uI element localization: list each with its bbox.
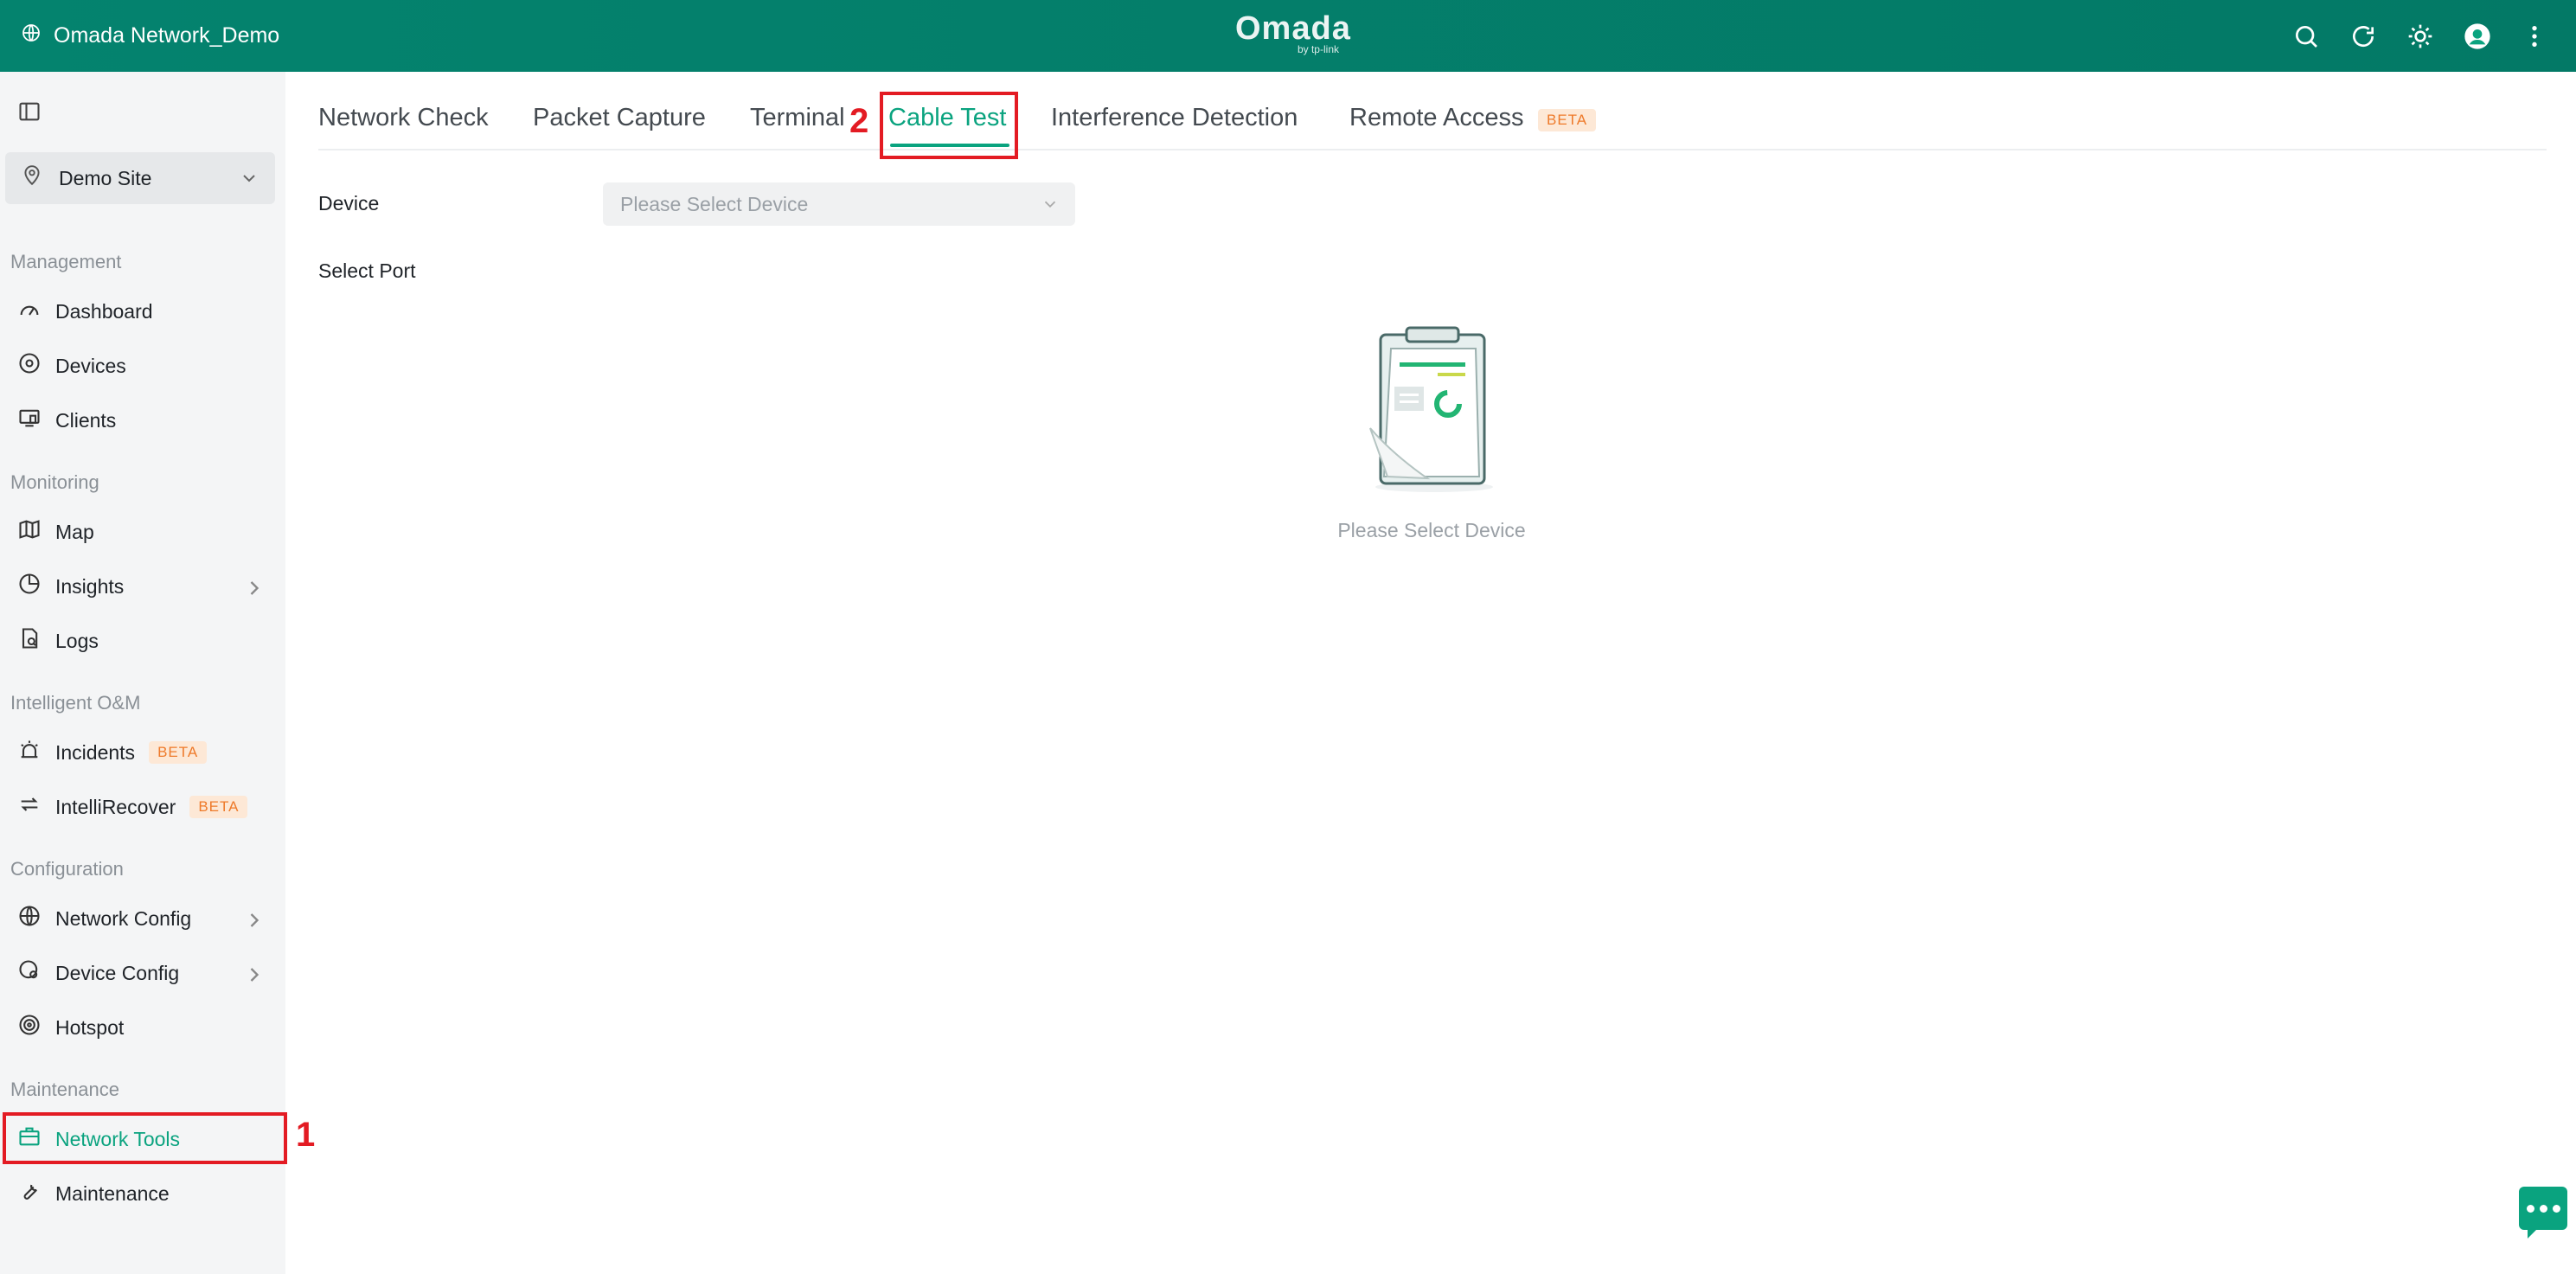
device-select-placeholder: Please Select Device [620, 192, 809, 215]
device-gear-icon [17, 958, 42, 988]
site-title[interactable]: Omada Network_Demo [21, 0, 279, 72]
sidebar-item-incidents[interactable]: Incidents BETA [5, 728, 280, 777]
sidebar-item-clients[interactable]: Clients [5, 396, 280, 445]
sidebar-item-dashboard[interactable]: Dashboard [5, 287, 280, 336]
tab-terminal[interactable]: Terminal [750, 104, 845, 132]
sidebar-item-network-config[interactable]: Network Config [5, 894, 280, 943]
clients-icon [17, 406, 42, 435]
brand-name: Omada [1235, 10, 1351, 47]
sidebar-item-label: Insights [55, 574, 125, 598]
sidebar-toggle-icon[interactable] [17, 99, 42, 124]
chevron-down-icon [1041, 195, 1060, 219]
top-header: Omada Network_Demo Omada by tp-link [0, 0, 2576, 72]
section-management: Management [10, 251, 122, 272]
tab-interference-detection[interactable]: Interference Detection [1051, 104, 1298, 132]
sidebar-item-logs[interactable]: Logs [5, 617, 280, 665]
beta-badge: BETA [149, 741, 208, 764]
sidebar-item-maintenance[interactable]: Maintenance [5, 1169, 280, 1218]
site-selector-label: Demo Site [59, 166, 152, 189]
more-icon[interactable] [2519, 21, 2550, 52]
avatar[interactable] [2462, 21, 2493, 52]
chat-dot [2539, 1204, 2547, 1213]
sidebar-item-label: Devices [55, 354, 126, 377]
sidebar-item-label: Hotspot [55, 1015, 125, 1039]
sidebar-item-insights[interactable]: Insights [5, 562, 280, 611]
section-maintenance: Maintenance [10, 1079, 119, 1100]
sidebar-item-label: Dashboard [55, 299, 153, 323]
alarm-icon [17, 738, 42, 767]
wrench-icon [17, 1179, 42, 1208]
chat-support-button[interactable] [2519, 1187, 2567, 1239]
select-port-label: Select Port [318, 259, 416, 282]
chevron-down-icon [239, 168, 260, 194]
sidebar-item-label: Network Config [55, 906, 192, 930]
brand-sub: by tp-link [1297, 43, 1339, 55]
sidebar-item-devices[interactable]: Devices [5, 342, 280, 390]
sidebar-item-label: Device Config [55, 961, 180, 984]
sidebar: Demo Site Management Dashboard Devices C… [0, 72, 285, 1274]
sidebar-item-map[interactable]: Map [5, 508, 280, 556]
omada-logo: Omada by tp-link [1235, 10, 1351, 62]
device-select[interactable]: Please Select Device [603, 182, 1075, 226]
refresh-icon[interactable] [2348, 21, 2379, 52]
location-pin-icon [21, 164, 43, 192]
header-actions [2291, 0, 2550, 72]
recover-icon [17, 792, 42, 822]
search-icon[interactable] [2291, 21, 2322, 52]
section-configuration: Configuration [10, 858, 124, 880]
beta-badge: BETA [189, 796, 248, 818]
sidebar-item-label: IntelliRecover [55, 795, 176, 818]
site-selector[interactable]: Demo Site [5, 152, 275, 204]
highlight-cable-test [880, 92, 1018, 159]
sidebar-item-label: Incidents [55, 740, 136, 764]
theme-icon[interactable] [2405, 21, 2436, 52]
tab-packet-capture[interactable]: Packet Capture [533, 104, 706, 132]
chevron-right-icon [242, 576, 261, 595]
tab-network-check[interactable]: Network Check [318, 104, 489, 132]
tab-bar: Network Check Packet Capture Terminal Ca… [318, 95, 2547, 150]
marker-1: 1 [296, 1116, 316, 1154]
devices-icon [17, 351, 42, 381]
map-icon [17, 517, 42, 547]
globe-icon [21, 22, 42, 49]
sidebar-item-device-config[interactable]: Device Config [5, 949, 280, 997]
chat-dot [2526, 1204, 2534, 1213]
highlight-network-tools [3, 1112, 287, 1164]
chevron-right-icon [242, 908, 261, 927]
hotspot-icon [17, 1013, 42, 1042]
site-name: Omada Network_Demo [54, 23, 280, 48]
section-intelligent: Intelligent O&M [10, 692, 141, 714]
marker-2: 2 [849, 102, 869, 140]
tab-remote-access[interactable]: Remote Access [1349, 104, 1523, 132]
globe-icon [17, 904, 42, 933]
empty-state-message: Please Select Device [1337, 519, 1526, 541]
chevron-right-icon [242, 963, 261, 982]
logs-icon [17, 626, 42, 656]
sidebar-item-intellirecover[interactable]: IntelliRecover BETA [5, 783, 280, 831]
chat-dot [2552, 1204, 2560, 1213]
insights-icon [17, 572, 42, 601]
sidebar-item-hotspot[interactable]: Hotspot [5, 1003, 280, 1052]
beta-badge: BETA [1538, 109, 1597, 131]
sidebar-item-label: Clients [55, 408, 117, 432]
clipboard-illustration-icon [1358, 324, 1505, 497]
sidebar-item-label: Maintenance [55, 1181, 170, 1205]
section-monitoring: Monitoring [10, 471, 99, 493]
sidebar-item-label: Map [55, 520, 94, 543]
device-label: Device [318, 192, 380, 214]
sidebar-item-label: Logs [55, 629, 99, 652]
dashboard-icon [17, 297, 42, 326]
